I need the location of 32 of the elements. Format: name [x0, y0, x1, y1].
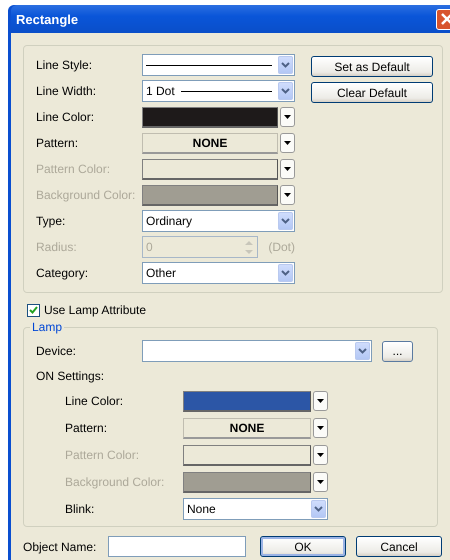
field-label: Blink: — [65, 502, 96, 516]
browse-button[interactable]: ... — [382, 340, 413, 362]
field-label: Device: — [36, 344, 78, 358]
field-label: Type: — [36, 214, 66, 228]
field-label: Background Color: — [65, 475, 166, 489]
ok-button[interactable]: OK — [260, 536, 346, 557]
field-label: Line Color: — [36, 110, 96, 124]
field-label: Pattern: — [65, 421, 108, 435]
default-button[interactable]: Clear Default — [311, 82, 433, 103]
window-title: Rectangle — [16, 12, 78, 26]
field-label: Pattern: — [36, 136, 80, 150]
pattern-button[interactable]: NONE — [183, 418, 311, 438]
dropdown[interactable]: Other — [142, 262, 295, 284]
dropdown[interactable]: Ordinary — [142, 210, 295, 232]
field-label: Radius: — [36, 240, 78, 254]
field-label: Pattern Color: — [65, 448, 140, 462]
default-button[interactable]: Set as Default — [311, 56, 433, 77]
dropdown[interactable]: 1 Dot — [142, 80, 295, 102]
field-label: Pattern Color: — [36, 162, 112, 176]
field-label: Object Name: — [23, 540, 98, 554]
field-label: Background Color: — [36, 188, 136, 202]
unit-label: (Dot) — [268, 240, 295, 254]
checkbox-label: Use Lamp Attribute — [44, 303, 146, 317]
field-label: Line Width: — [36, 84, 98, 98]
group-title: Lamp — [30, 320, 64, 334]
field-label: Category: — [36, 266, 90, 280]
cancel-button[interactable]: Cancel — [356, 536, 442, 557]
dropdown[interactable]: None — [183, 498, 328, 520]
field-label: Line Color: — [65, 394, 124, 408]
section-label: ON Settings: — [36, 369, 104, 383]
field-label: Line Style: — [36, 58, 94, 72]
pattern-button[interactable]: NONE — [142, 132, 278, 154]
